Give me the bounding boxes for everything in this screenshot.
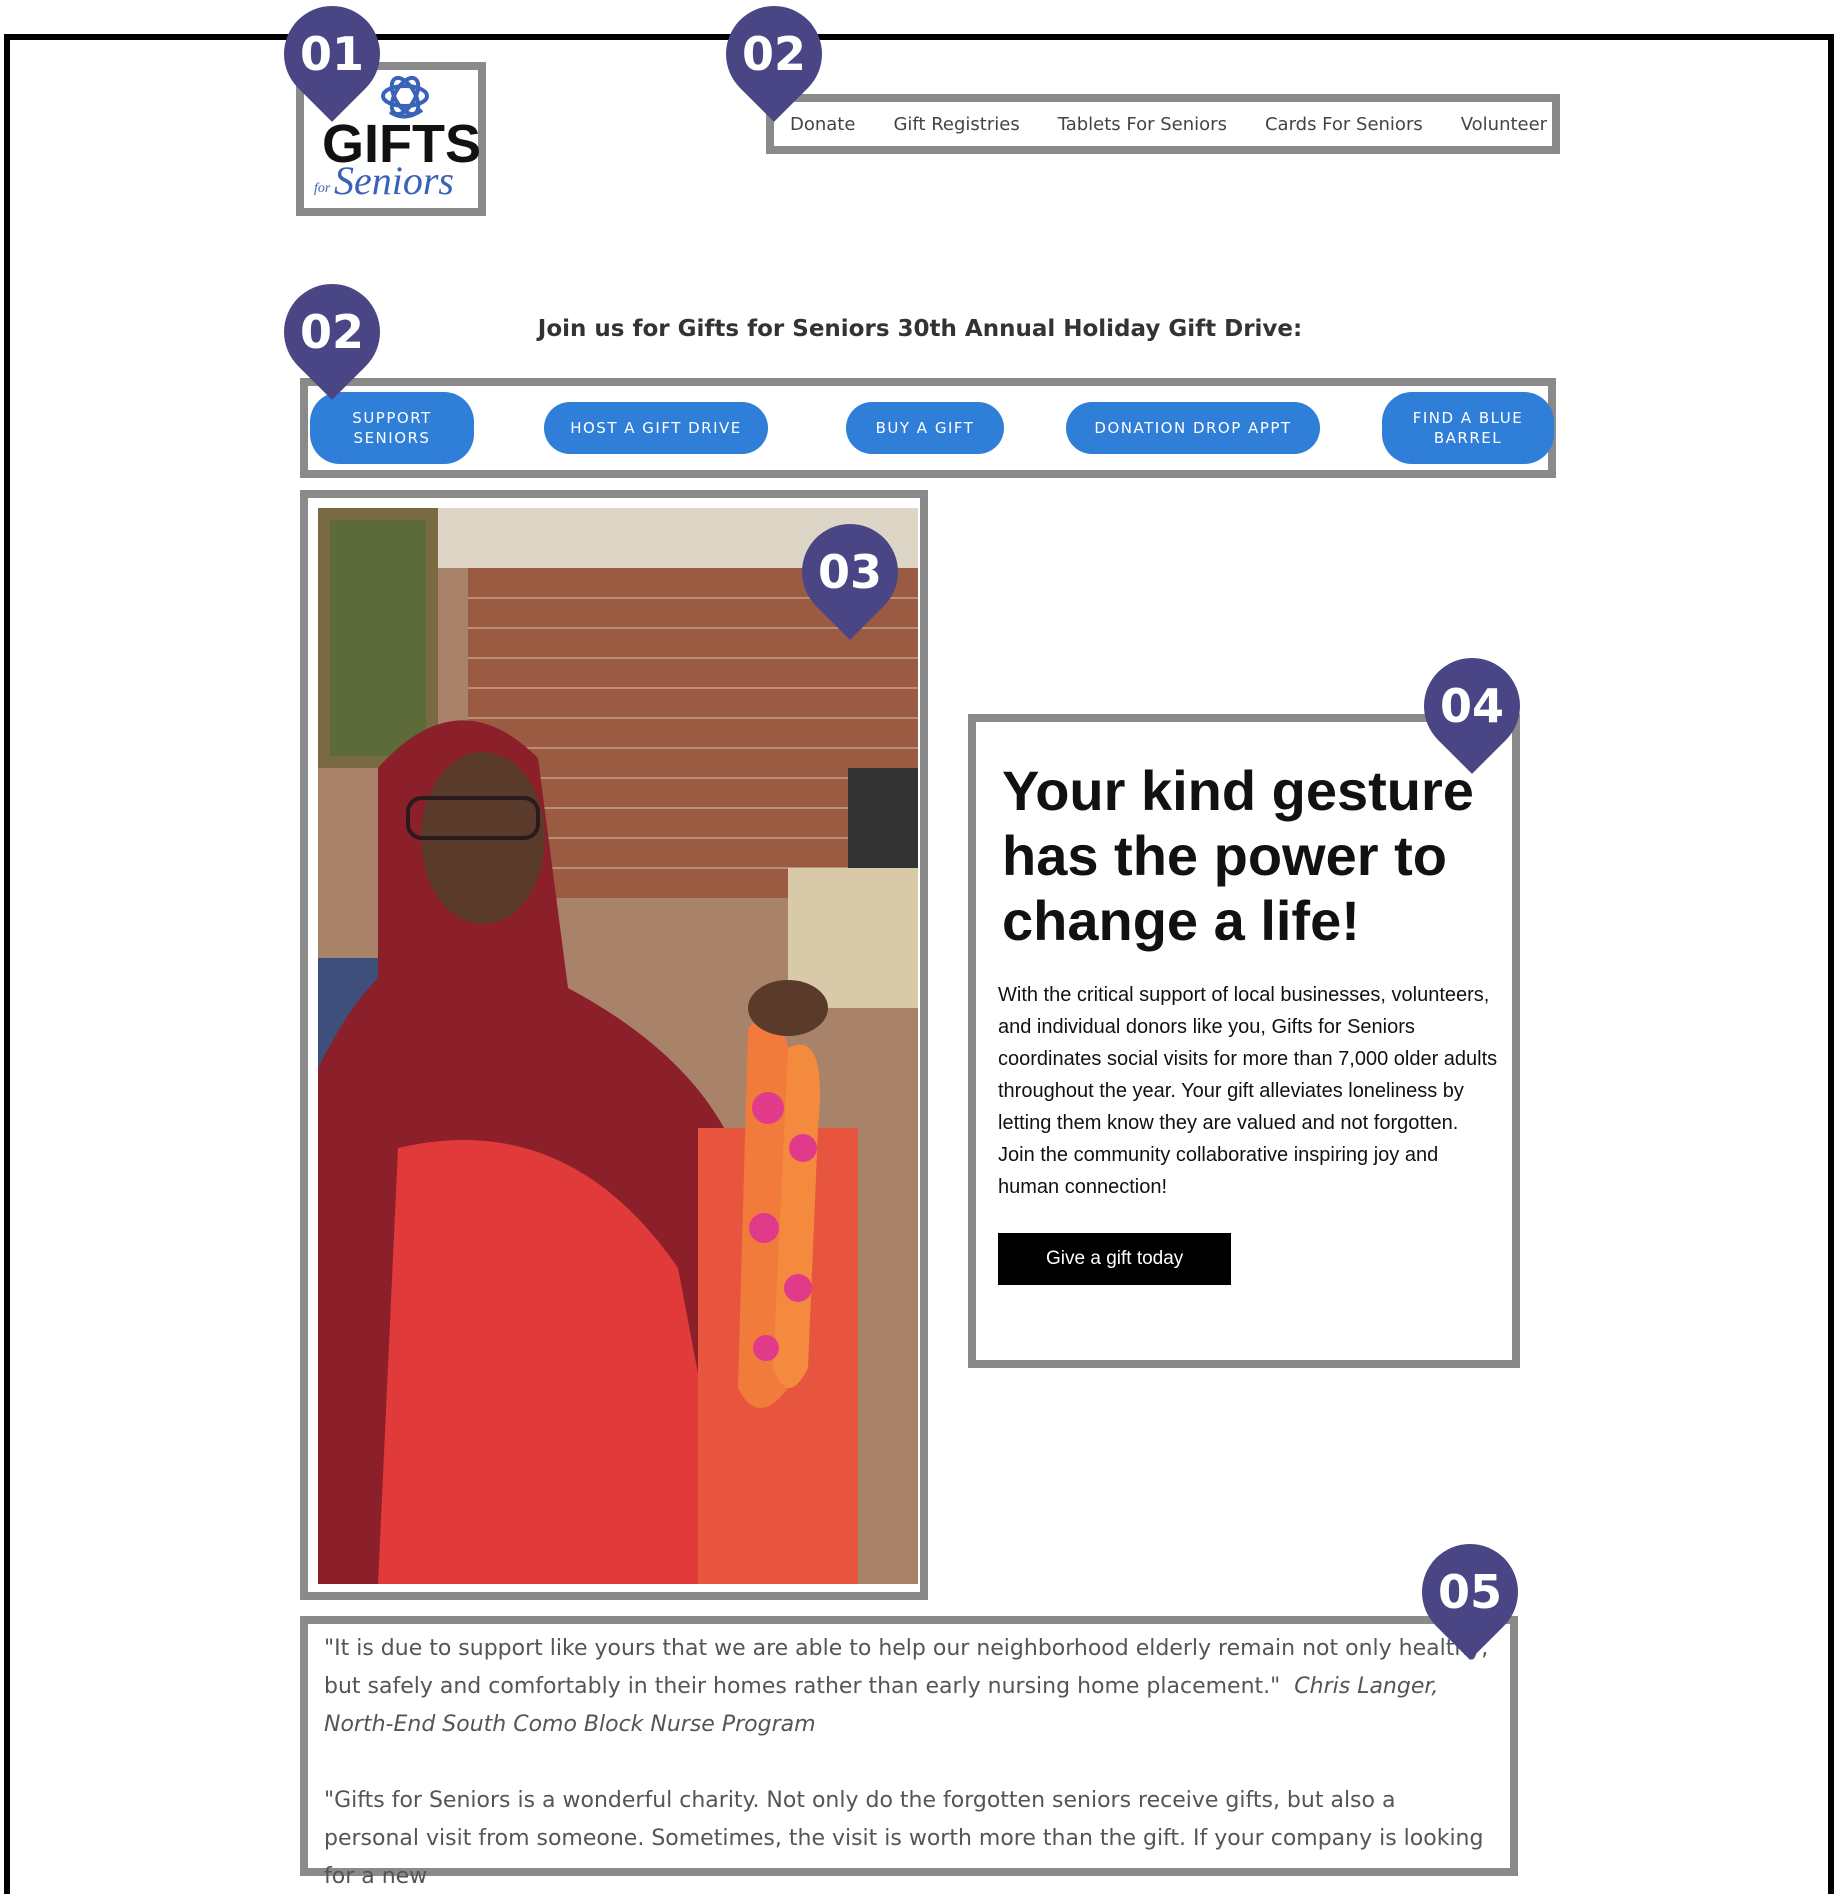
find-blue-barrel-line2: BARREL [1433, 429, 1503, 447]
testimonials-section: "It is due to support like yours that we… [300, 1616, 1518, 1889]
testimonial-1: "It is due to support like yours that we… [324, 1630, 1494, 1744]
logo-seniors-text: Seniors [334, 158, 454, 203]
host-gift-drive-button[interactable]: HOST A GIFT DRIVE [544, 402, 768, 454]
hero-photo [300, 490, 928, 1600]
action-buttons-bar: SUPPORT SENIORS HOST A GIFT DRIVE BUY A G… [300, 378, 1556, 478]
gift-drive-heading: Join us for Gifts for Seniors 30th Annua… [537, 316, 1303, 342]
nav-tablets-for-seniors[interactable]: Tablets For Seniors [1058, 114, 1227, 135]
nav-cards-for-seniors[interactable]: Cards For Seniors [1265, 114, 1423, 135]
find-blue-barrel-line1: FIND A BLUE [1412, 409, 1524, 427]
support-seniors-button[interactable]: SUPPORT SENIORS [310, 392, 474, 464]
support-seniors-line2: SENIORS [353, 429, 431, 447]
main-navigation: Donate Gift Registries Tablets For Senio… [766, 94, 1560, 154]
senior-with-gift-image [318, 508, 918, 1584]
support-seniors-line1: SUPPORT [352, 409, 432, 427]
nav-volunteer[interactable]: Volunteer [1461, 114, 1547, 135]
testimonial-2: "Gifts for Seniors is a wonderful charit… [324, 1788, 1484, 1889]
nav-gift-registries[interactable]: Gift Registries [893, 114, 1019, 135]
nav-donate[interactable]: Donate [790, 114, 855, 135]
impact-description: With the critical support of local busin… [998, 984, 1498, 1198]
impact-card: Your kind gesture has the power to chang… [968, 714, 1520, 1368]
logo-for-text: for [314, 181, 331, 196]
buy-a-gift-button[interactable]: BUY A GIFT [846, 402, 1004, 454]
find-blue-barrel-button[interactable]: FIND A BLUE BARREL [1382, 392, 1554, 464]
give-gift-button[interactable]: Give a gift today [998, 1233, 1232, 1285]
donation-drop-appt-button[interactable]: DONATION DROP APPT [1066, 402, 1320, 454]
impact-heading: Your kind gesture has the power to chang… [1002, 759, 1474, 952]
